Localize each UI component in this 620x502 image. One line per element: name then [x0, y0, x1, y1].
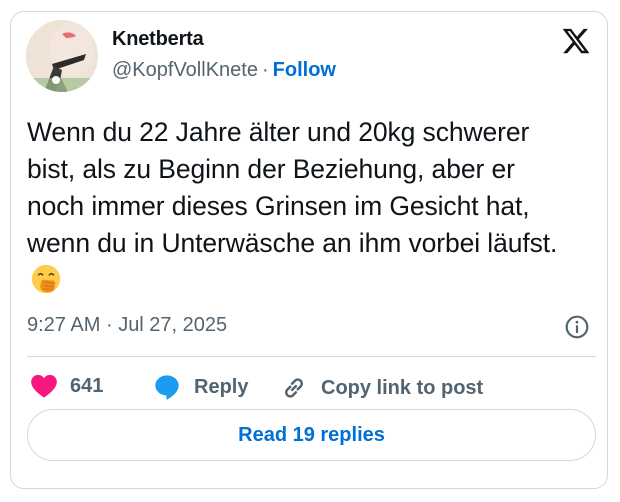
author-display-name[interactable]: Knetberta: [112, 28, 204, 51]
divider: [27, 356, 596, 357]
copy-link-label: Copy link to post: [321, 376, 484, 399]
handle-separator: ·: [261, 59, 269, 81]
tweet-body: Wenn du 22 Jahre älter und 20kg schwerer…: [27, 117, 558, 258]
tweet-time[interactable]: 9:27 AM: [27, 314, 100, 336]
tweet-date[interactable]: Jul 27, 2025: [118, 314, 227, 336]
x-logo-icon[interactable]: [561, 26, 591, 56]
tweet-text: Wenn du 22 Jahre älter und 20kg schwerer…: [27, 114, 575, 299]
author-handle-row: @KopfVollKnete · Follow: [112, 59, 336, 82]
read-replies-button[interactable]: Read 19 replies: [27, 409, 596, 461]
copy-link-button[interactable]: Copy link to post: [279, 373, 483, 403]
like-count: 641: [70, 374, 104, 397]
timestamp-separator: ·: [105, 314, 113, 336]
author-handle[interactable]: @KopfVollKnete: [112, 59, 258, 81]
face-with-hand-over-mouth-icon: [31, 264, 61, 294]
info-icon[interactable]: [564, 314, 590, 340]
reply-label: Reply: [194, 375, 249, 398]
heart-icon: [31, 374, 57, 398]
avatar-image: [26, 20, 98, 92]
speech-bubble-icon: [155, 375, 179, 400]
avatar[interactable]: [26, 20, 98, 92]
link-icon: [285, 378, 303, 398]
follow-link[interactable]: Follow: [273, 59, 336, 81]
reply-button[interactable]: Reply: [152, 373, 248, 401]
tweet-timestamp[interactable]: 9:27 AM · Jul 27, 2025: [27, 314, 227, 337]
like-button[interactable]: 641: [30, 373, 103, 399]
read-replies-label: Read 19 replies: [238, 423, 385, 446]
